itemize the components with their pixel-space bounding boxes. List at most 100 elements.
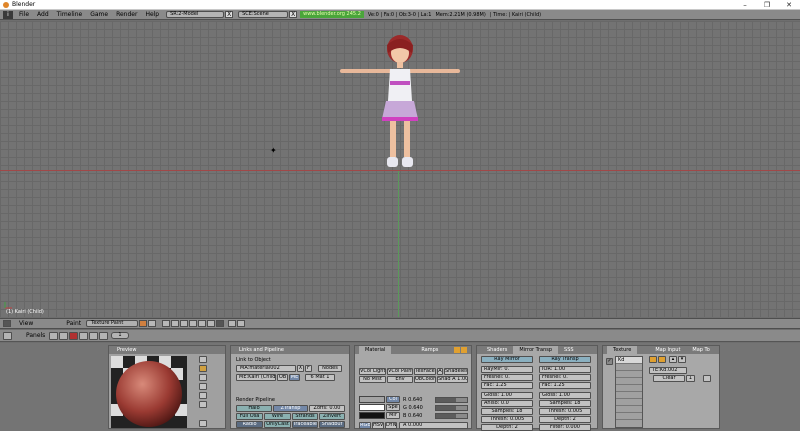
wire-button[interactable]: Wire: [264, 413, 291, 420]
texture-name-field[interactable]: TE:Kd.002: [649, 367, 687, 374]
panels-menu[interactable]: Panels: [26, 332, 45, 339]
object-icon[interactable]: [79, 331, 89, 340]
screen-delete-button[interactable]: X: [225, 11, 234, 18]
material-fake-user-button[interactable]: F: [305, 365, 312, 372]
menu-render[interactable]: Render: [112, 11, 141, 18]
spe-button[interactable]: Spe: [386, 404, 400, 411]
texture-clear-button[interactable]: Clear: [653, 375, 685, 382]
preview-sphere-button[interactable]: [199, 365, 207, 372]
fresnel-field[interactable]: Fresnel: 0.: [481, 374, 533, 381]
tab-texture[interactable]: Texture: [607, 346, 638, 354]
buttons-editor-icon[interactable]: [3, 331, 12, 340]
pivot-icon[interactable]: [148, 320, 157, 327]
blue-value[interactable]: B 0.640: [403, 413, 422, 419]
tab-material[interactable]: Material: [359, 346, 392, 354]
dyn-mode-button[interactable]: DYN: [385, 422, 397, 429]
green-value[interactable]: G 0.640: [403, 405, 423, 411]
transp-samples-field[interactable]: Samples: 18: [539, 400, 591, 407]
layer-5-toggle[interactable]: [198, 320, 207, 327]
col-button[interactable]: Col: [386, 396, 400, 403]
ztransp-button[interactable]: ZTransp: [273, 405, 308, 412]
menu-add[interactable]: Add: [33, 11, 53, 18]
tab-ramps[interactable]: Ramps: [415, 346, 444, 354]
window-type-icon[interactable]: i: [3, 10, 13, 19]
texture-slot-6[interactable]: [616, 392, 642, 399]
no-mist-button[interactable]: No Mist: [359, 376, 386, 383]
tab-mirror-transp[interactable]: Mirror Transp: [513, 346, 559, 354]
minimize-button[interactable]: –: [734, 0, 756, 10]
texture-users-field[interactable]: 1: [686, 375, 695, 382]
draw-type-icon[interactable]: [139, 320, 148, 327]
tab-map-to[interactable]: Map To: [686, 346, 715, 354]
menu-help[interactable]: Help: [141, 11, 163, 18]
texface-button[interactable]: TexFace: [414, 368, 436, 375]
link-me-button[interactable]: ME: [289, 374, 300, 381]
editing-icon[interactable]: [89, 331, 99, 340]
move-down-icon[interactable]: ▾: [678, 356, 686, 363]
zinvert-button[interactable]: ZInvert: [319, 413, 345, 420]
only-cast-button[interactable]: OnlyCast: [264, 421, 291, 428]
maximize-button[interactable]: ❐: [756, 0, 778, 10]
halo-button[interactable]: Halo: [236, 405, 272, 412]
gloss-field[interactable]: Gloss: 1.00: [481, 392, 533, 399]
vcol-paint-button[interactable]: VCol Paint: [387, 368, 413, 375]
character-model[interactable]: [330, 31, 470, 181]
col-swatch[interactable]: [359, 396, 385, 403]
shading-icon[interactable]: [69, 331, 79, 340]
move-up-icon[interactable]: ▴: [669, 356, 677, 363]
spe-swatch[interactable]: [359, 404, 385, 411]
mir-swatch[interactable]: [359, 412, 385, 419]
material-unlink-button[interactable]: X: [297, 365, 304, 372]
transp-depth-field[interactable]: Depth: 2: [539, 416, 591, 423]
preview-flat-button[interactable]: [199, 356, 207, 363]
logic-icon[interactable]: [49, 331, 59, 340]
texture-slot-7[interactable]: [616, 399, 642, 406]
env-button[interactable]: Env: [387, 376, 413, 383]
editor-type-icon[interactable]: [3, 320, 11, 327]
texture-slot-8[interactable]: [616, 406, 642, 413]
ray-mirror-button[interactable]: Ray Mirror: [481, 356, 533, 363]
filter-field[interactable]: Filter: 0.000: [539, 424, 591, 431]
panel-arrow-icon[interactable]: [454, 347, 460, 353]
green-slider[interactable]: [435, 405, 468, 411]
layer-2-toggle[interactable]: [171, 320, 180, 327]
menu-game[interactable]: Game: [86, 11, 112, 18]
blender-url-badge[interactable]: www.blender.org 245.2: [300, 11, 364, 18]
mir-button[interactable]: Mir: [386, 412, 400, 419]
links-panel-header[interactable]: Links and Pipeline: [231, 346, 349, 354]
material-name-field[interactable]: MA:material002: [236, 365, 296, 372]
ray-transp-button[interactable]: Ray Transp: [539, 356, 591, 363]
mesh-name-field[interactable]: ME:Kairi (Child): [236, 374, 276, 381]
texface-alpha-button[interactable]: A: [437, 368, 443, 375]
preview-monkey-button[interactable]: [199, 383, 207, 390]
transp-fac-field[interactable]: Fac: 1.25: [539, 382, 591, 389]
tab-sss[interactable]: SSS: [558, 346, 580, 354]
alpha-field[interactable]: A 0.000: [399, 422, 468, 429]
preview-refresh-button[interactable]: [199, 420, 207, 427]
scene-delete-button[interactable]: X: [289, 11, 298, 18]
vcol-light-button[interactable]: VCol Light: [359, 368, 386, 375]
radio-button[interactable]: Radio: [236, 421, 263, 428]
red-slider[interactable]: [435, 397, 468, 403]
tab-map-input[interactable]: Map Input: [649, 346, 686, 354]
texture-slot-4[interactable]: [616, 378, 642, 385]
layer-1-toggle[interactable]: [162, 320, 171, 327]
paint-menu[interactable]: Paint: [66, 320, 81, 327]
layer-3-toggle[interactable]: [180, 320, 189, 327]
rgb-mode-button[interactable]: RGB: [359, 422, 371, 429]
preview-hair-button[interactable]: [199, 392, 207, 399]
view-menu[interactable]: View: [19, 320, 33, 327]
scene-icon[interactable]: [99, 331, 109, 340]
samples-field[interactable]: Samples: 18: [481, 408, 533, 415]
shadeless-button[interactable]: Shadeless: [444, 368, 468, 375]
texture-slot-5[interactable]: [616, 385, 642, 392]
material-index-field[interactable]: 6 Mat 1: [305, 374, 335, 381]
texture-car-icon[interactable]: [703, 375, 711, 382]
texture-slot-2[interactable]: [616, 364, 642, 371]
traceable-button[interactable]: Traceable: [292, 421, 318, 428]
red-value[interactable]: R 0.640: [403, 397, 422, 403]
menu-file[interactable]: File: [15, 11, 33, 18]
preview-panel-header[interactable]: Preview: [109, 346, 225, 354]
depth-field[interactable]: Depth: 2: [481, 424, 533, 431]
full-osa-button[interactable]: Full Osa: [236, 413, 263, 420]
